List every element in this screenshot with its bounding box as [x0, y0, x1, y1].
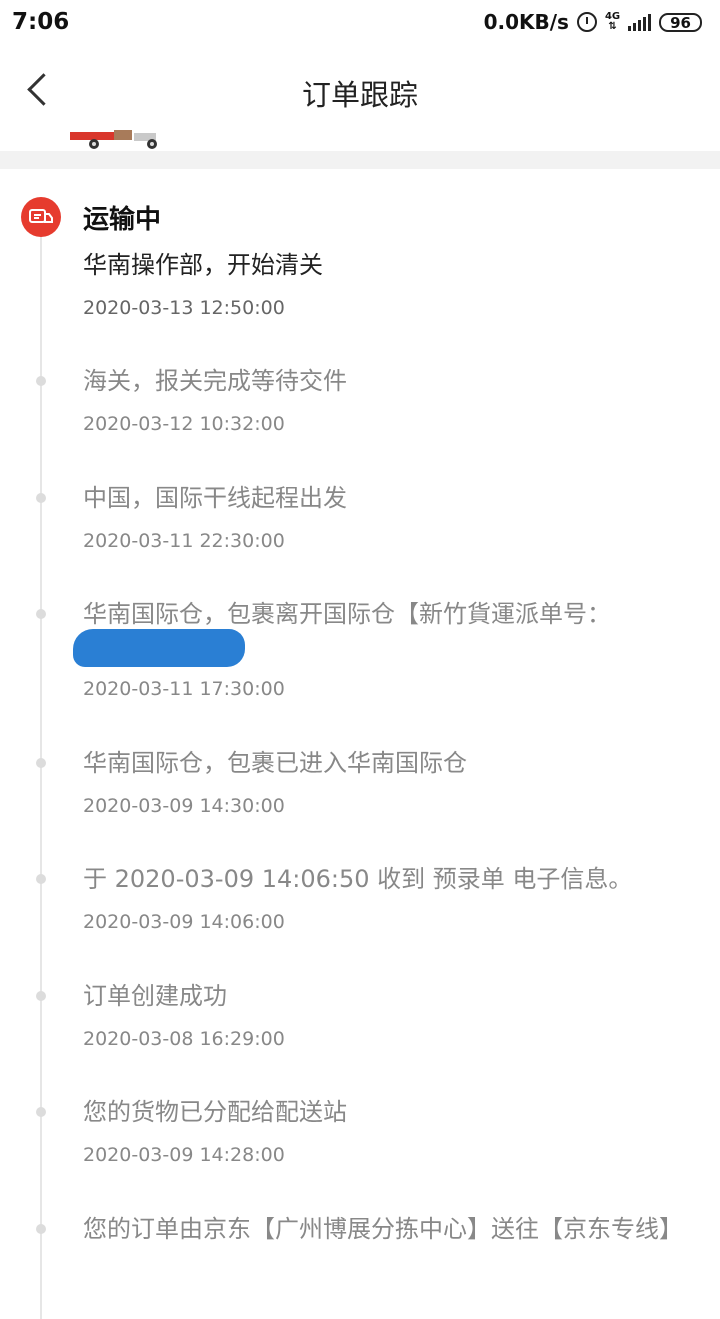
event-time: 2020-03-08 16:29:00	[83, 1028, 285, 1050]
section-divider	[0, 151, 720, 169]
tracking-timeline: 运输中 华南操作部，开始清关 2020-03-13 12:50:00 海关，报关…	[0, 169, 720, 1319]
signal-icon	[628, 13, 652, 31]
event-time: 2020-03-09 14:28:00	[83, 1144, 285, 1166]
event-time: 2020-03-12 10:32:00	[83, 413, 285, 435]
event-description: 订单创建成功	[83, 982, 227, 1010]
event-description: 于 2020-03-09 14:06:50 收到 预录单 电子信息。	[83, 865, 633, 893]
timeline-dot	[36, 609, 46, 619]
nav-bar: 订单跟踪	[0, 44, 720, 149]
network-speed: 0.0KB/s	[483, 10, 569, 34]
shipment-status-title: 运输中	[83, 205, 162, 235]
event-time: 2020-03-09 14:06:00	[83, 911, 285, 933]
truck-image	[70, 130, 157, 149]
timeline-dot	[36, 493, 46, 503]
event-time: 2020-03-11 22:30:00	[83, 530, 285, 552]
event-description: 华南国际仓，包裹已进入华南国际仓	[83, 749, 467, 777]
timeline-dot	[36, 758, 46, 768]
truck-status-icon	[21, 197, 61, 237]
event-description: 中国，国际干线起程出发	[83, 484, 347, 512]
timeline-dot	[36, 376, 46, 386]
timeline-dot	[36, 1107, 46, 1117]
redaction-mark	[73, 629, 245, 667]
event-description: 您的订单由京东【广州博展分拣中心】送往【京东专线】	[83, 1215, 683, 1243]
event-description: 华南国际仓，包裹离开国际仓【新竹貨運派单号：	[83, 600, 611, 628]
page-title: 订单跟踪	[301, 78, 418, 112]
timeline-dot	[36, 874, 46, 884]
timeline-dot	[36, 1224, 46, 1234]
data-arrows-icon: ⇅	[608, 21, 617, 32]
battery-icon: 96	[659, 12, 702, 32]
status-time: 7:06	[12, 9, 70, 35]
alarm-icon	[576, 12, 597, 32]
event-description: 华南操作部，开始清关	[83, 251, 323, 279]
event-description: 您的货物已分配给配送站	[83, 1098, 347, 1126]
status-bar: 7:06 0.0KB/s 4G ⇅ 96	[0, 0, 720, 44]
event-time: 2020-03-11 17:30:00	[83, 678, 285, 700]
event-time: 2020-03-13 12:50:00	[83, 297, 285, 319]
status-icons: 0.0KB/s 4G ⇅ 96	[484, 10, 702, 34]
battery-level: 96	[670, 13, 691, 32]
event-time: 2020-03-09 14:30:00	[83, 795, 285, 817]
timeline-dot	[36, 991, 46, 1001]
event-description: 海关，报关完成等待交件	[83, 367, 347, 395]
network-type-icon: 4G ⇅	[605, 12, 620, 32]
